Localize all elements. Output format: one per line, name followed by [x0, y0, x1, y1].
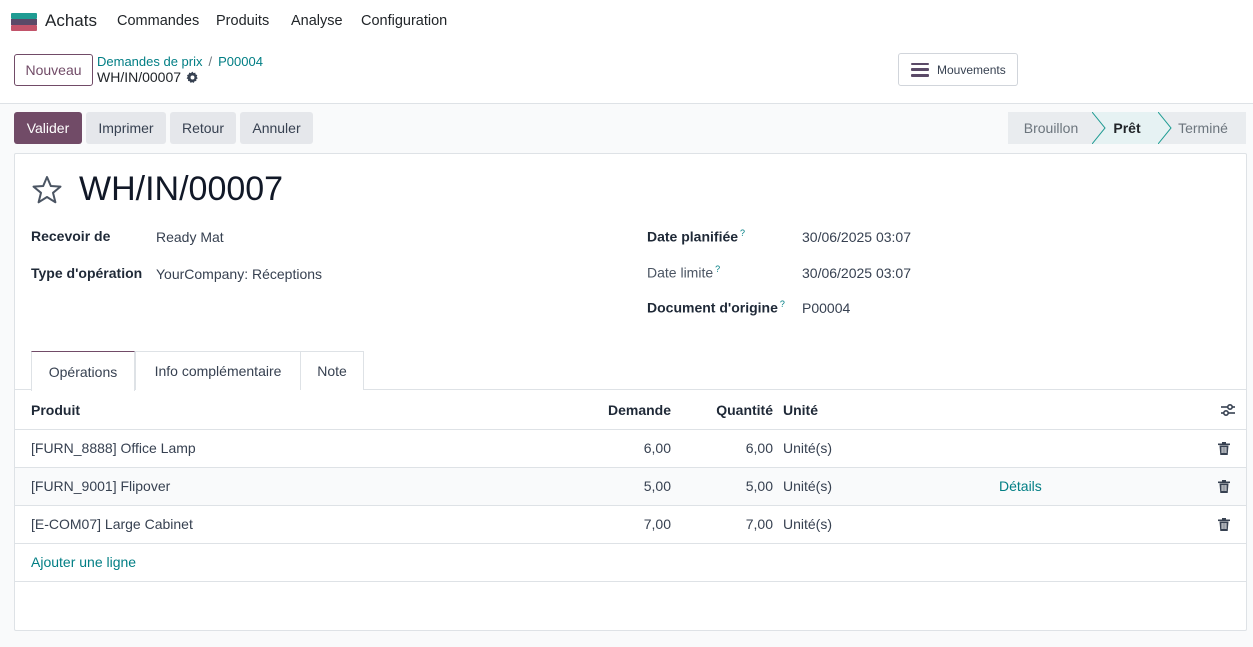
breadcrumb-current: WH/IN/00007	[97, 69, 199, 85]
control-panel: Nouveau Demandes de prix / P00004 WH/IN/00…	[0, 44, 1253, 104]
operation-type-label: Type d'opération	[31, 265, 143, 281]
deadline-label: Date limite?	[647, 264, 721, 281]
tab-note[interactable]: Note	[300, 351, 364, 390]
status-draft[interactable]: Brouillon	[1008, 112, 1094, 144]
deadline-field[interactable]: 30/06/2025 03:07	[802, 265, 911, 281]
breadcrumb-separator: /	[208, 54, 213, 69]
help-icon[interactable]: ?	[740, 228, 745, 238]
form-sheet: WH/IN/00007 Recevoir de Ready Mat Type d…	[14, 153, 1247, 631]
row-quantity: 6,00	[745, 440, 773, 456]
return-button[interactable]: Retour	[170, 112, 236, 144]
scheduled-date-field[interactable]: 30/06/2025 03:07	[802, 229, 911, 245]
status-bar: Brouillon Prêt Terminé	[1008, 112, 1246, 144]
table-row[interactable]: [E-COM07] Large Cabinet 7,00 7,00 Unité(…	[15, 506, 1246, 544]
divider	[15, 581, 1246, 582]
optional-columns-icon[interactable]	[1220, 402, 1236, 418]
current-record: WH/IN/00007	[97, 69, 182, 85]
col-demand[interactable]: Demande	[595, 402, 671, 418]
record-title: WH/IN/00007	[79, 170, 284, 208]
row-demand: 7,00	[643, 516, 671, 532]
trash-icon[interactable]	[1218, 442, 1230, 455]
help-icon[interactable]: ?	[715, 264, 720, 274]
breadcrumb-po[interactable]: P00004	[218, 54, 263, 69]
row-product: [E-COM07] Large Cabinet	[31, 516, 193, 532]
app-logo-icon[interactable]	[11, 13, 37, 31]
tab-operations[interactable]: Opérations	[31, 351, 135, 391]
menu-analyse[interactable]: Analyse	[291, 13, 343, 29]
new-button[interactable]: Nouveau	[14, 54, 93, 86]
details-link[interactable]: Détails	[999, 478, 1042, 494]
origin-label: Document d'origine?	[647, 299, 785, 316]
breadcrumb-rfq[interactable]: Demandes de prix	[97, 54, 203, 69]
breadcrumb: Demandes de prix / P00004	[97, 54, 263, 69]
receive-from-field[interactable]: Ready Mat	[156, 229, 224, 245]
row-unit: Unité(s)	[783, 516, 833, 532]
col-unit[interactable]: Unité	[783, 402, 818, 418]
star-icon[interactable]	[31, 174, 63, 206]
help-icon[interactable]: ?	[780, 299, 785, 309]
gear-icon[interactable]	[186, 71, 199, 84]
row-product: [FURN_9001] Flipover	[31, 478, 171, 494]
col-product[interactable]: Produit	[31, 402, 80, 418]
moves-label: Mouvements	[937, 62, 1006, 77]
receive-from-label: Recevoir de	[31, 228, 111, 244]
notebook-tabs: Opérations Info complémentaire Note	[15, 351, 1246, 391]
origin-field[interactable]: P00004	[802, 300, 850, 316]
menu-configuration[interactable]: Configuration	[361, 13, 447, 29]
add-line-link[interactable]: Ajouter une ligne	[31, 554, 136, 570]
status-chevron	[1092, 112, 1106, 144]
scheduled-date-label: Date planifiée?	[647, 228, 746, 245]
list-icon	[911, 62, 929, 77]
table-header: Produit Demande Quantité Unité	[15, 391, 1246, 430]
tab-additional-info[interactable]: Info complémentaire	[135, 351, 301, 390]
row-unit: Unité(s)	[783, 440, 833, 456]
app-name[interactable]: Achats	[45, 11, 97, 31]
validate-button[interactable]: Valider	[14, 112, 82, 144]
row-demand: 6,00	[643, 440, 671, 456]
status-chevron-active	[1158, 112, 1172, 144]
cancel-button[interactable]: Annuler	[240, 112, 313, 144]
moves-button[interactable]: Mouvements	[898, 53, 1018, 86]
operation-type-field[interactable]: YourCompany: Réceptions	[156, 266, 322, 282]
row-product: [FURN_8888] Office Lamp	[31, 440, 196, 456]
menu-produits[interactable]: Produits	[216, 13, 269, 29]
print-button[interactable]: Imprimer	[86, 112, 166, 144]
row-unit: Unité(s)	[783, 478, 833, 494]
trash-icon[interactable]	[1218, 518, 1230, 531]
menu-commandes[interactable]: Commandes	[117, 13, 199, 29]
row-quantity: 5,00	[745, 478, 773, 494]
row-quantity: 7,00	[745, 516, 773, 532]
row-demand: 5,00	[643, 478, 671, 494]
trash-icon[interactable]	[1218, 480, 1230, 493]
table-row[interactable]: [FURN_9001] Flipover 5,00 5,00 Unité(s) …	[15, 468, 1246, 506]
status-done[interactable]: Terminé	[1160, 112, 1246, 144]
table-row[interactable]: [FURN_8888] Office Lamp 6,00 6,00 Unité(…	[15, 430, 1246, 468]
col-quantity[interactable]: Quantité	[695, 402, 773, 418]
top-navbar: Achats Commandes Produits Analyse Config…	[0, 0, 1253, 44]
